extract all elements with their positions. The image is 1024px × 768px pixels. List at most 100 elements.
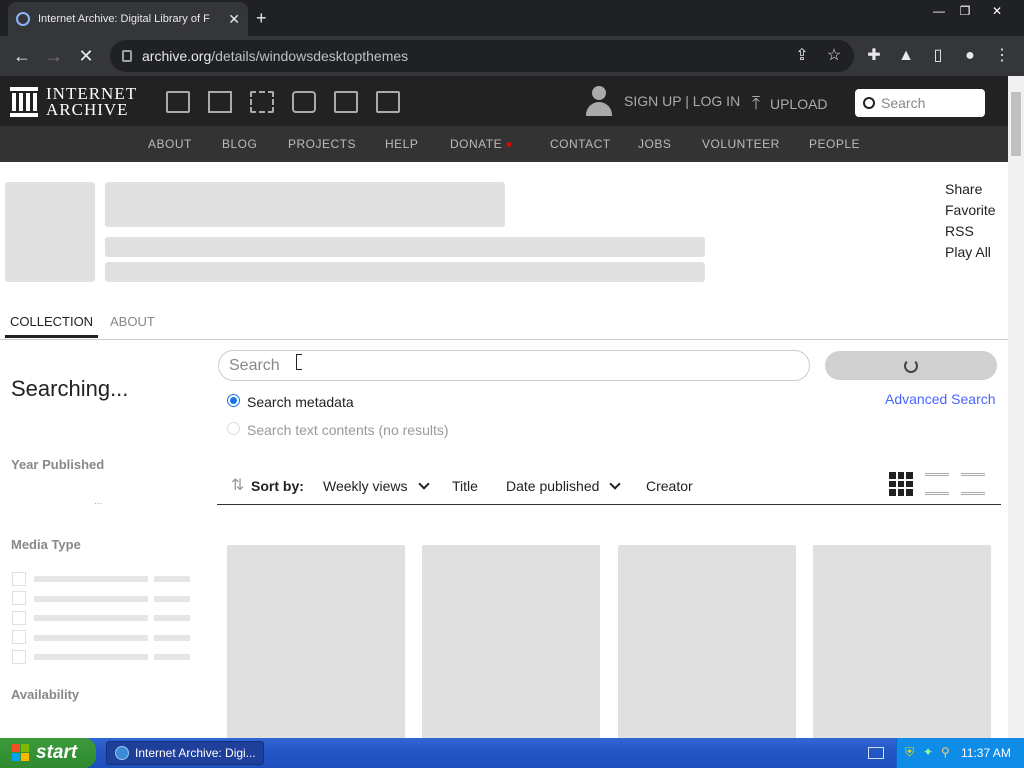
- url-text: archive.org/details/windowsdesktopthemes: [142, 48, 409, 64]
- user-icon[interactable]: [586, 86, 612, 116]
- sort-direction-icon[interactable]: ⇅: [231, 475, 244, 495]
- sort-by-label: Sort by:: [251, 478, 304, 494]
- browser-tab-strip: Internet Archive: Digital Library of F ✕…: [0, 0, 1024, 36]
- labs-flask-icon[interactable]: ▲: [896, 46, 916, 66]
- system-tray: ⛨ ✦ ⚲ 11:37 AM: [896, 738, 1024, 768]
- page-scrollbar[interactable]: [1008, 76, 1024, 738]
- year-histogram-placeholder: ...: [94, 496, 103, 507]
- tab-about[interactable]: ABOUT: [110, 314, 155, 335]
- text-cursor-icon: [296, 354, 302, 370]
- images-icon[interactable]: [376, 91, 400, 113]
- close-window-icon[interactable]: ✕: [986, 2, 1008, 20]
- browser-tab[interactable]: Internet Archive: Digital Library of F ✕: [8, 2, 248, 36]
- taskbar-window-button[interactable]: Internet Archive: Digi...: [106, 741, 264, 765]
- scrollbar-thumb[interactable]: [1011, 92, 1021, 156]
- search-metadata-label: Search metadata: [247, 394, 354, 410]
- results-count-status: Searching...: [11, 376, 129, 401]
- upload-icon: ⤒: [752, 93, 760, 113]
- collection-meta-placeholder: [105, 262, 705, 282]
- bookmark-star-icon[interactable]: ☆: [824, 46, 844, 66]
- ia-nav-bar: ABOUT BLOG PROJECTS HELP DONATE ♥ CONTAC…: [0, 126, 1008, 162]
- logo-line-2: ARCHIVE: [46, 100, 129, 119]
- list-detail-view-icon[interactable]: [925, 473, 949, 495]
- ia-search-input[interactable]: Search: [855, 89, 985, 117]
- share-link[interactable]: Share: [945, 181, 982, 197]
- loading-spinner-icon: [904, 358, 918, 373]
- extensions-icon[interactable]: ✚: [864, 46, 884, 66]
- back-icon[interactable]: ←: [10, 44, 34, 68]
- archive-building-icon: [10, 87, 38, 117]
- rss-link[interactable]: RSS: [945, 223, 974, 239]
- collection-search-button[interactable]: [825, 351, 997, 380]
- texts-book-icon[interactable]: [208, 91, 232, 113]
- search-tray-icon[interactable]: ⚲: [941, 745, 950, 759]
- address-bar[interactable]: archive.org/details/windowsdesktopthemes: [110, 40, 854, 72]
- search-metadata-radio[interactable]: [227, 394, 240, 407]
- list-compact-view-icon[interactable]: [961, 473, 985, 495]
- nav-donate[interactable]: DONATE ♥: [450, 137, 512, 151]
- collection-meta-placeholder: [105, 237, 705, 257]
- forward-icon[interactable]: →: [42, 44, 66, 68]
- close-tab-icon[interactable]: ✕: [228, 11, 240, 28]
- result-card-placeholder: [813, 545, 991, 745]
- software-floppy-icon[interactable]: [334, 91, 358, 113]
- stop-loading-icon[interactable]: ✕: [74, 44, 98, 68]
- collection-search-input[interactable]: Search: [218, 350, 810, 381]
- minimize-icon[interactable]: —: [928, 2, 950, 20]
- nav-people[interactable]: PEOPLE: [809, 137, 860, 151]
- tab-title: Internet Archive: Digital Library of F: [38, 13, 210, 25]
- facet-year-published: Year Published: [11, 457, 105, 472]
- sort-title[interactable]: Title: [452, 478, 478, 494]
- side-panel-icon[interactable]: ▯: [928, 46, 948, 66]
- sort-bar: ⇅ Sort by: Weekly views Title Date publi…: [217, 455, 1001, 505]
- clock: 11:37 AM: [961, 746, 1011, 760]
- sort-date-published[interactable]: Date published: [506, 478, 622, 494]
- search-text-radio[interactable]: [227, 422, 240, 435]
- chrome-icon: [115, 746, 129, 760]
- sort-weekly-views[interactable]: Weekly views: [323, 478, 430, 494]
- web-icon[interactable]: [166, 91, 190, 113]
- chevron-down-icon: [609, 478, 622, 490]
- share-page-icon[interactable]: ⇪: [792, 46, 812, 66]
- heart-icon: ♥: [505, 140, 513, 151]
- advanced-search-link[interactable]: Advanced Search: [885, 391, 996, 407]
- network-icon[interactable]: ✦: [923, 745, 933, 759]
- favorite-link[interactable]: Favorite: [945, 202, 996, 218]
- signup-login-link[interactable]: SIGN UP | LOG IN: [624, 93, 740, 109]
- result-card-placeholder: [618, 545, 796, 745]
- nav-help[interactable]: HELP: [385, 137, 418, 151]
- site-favicon-icon: [16, 12, 30, 26]
- security-shield-icon[interactable]: ⛨: [905, 745, 914, 760]
- keyboard-icon[interactable]: [868, 747, 884, 759]
- nav-blog[interactable]: BLOG: [222, 137, 257, 151]
- audio-speaker-icon[interactable]: [292, 91, 316, 113]
- new-tab-icon[interactable]: +: [256, 8, 267, 29]
- collection-thumbnail-placeholder: [5, 182, 95, 282]
- nav-projects[interactable]: PROJECTS: [288, 137, 356, 151]
- grid-view-icon[interactable]: [889, 472, 913, 496]
- collection-tabs: COLLECTION ABOUT: [0, 314, 1008, 340]
- restore-icon[interactable]: ❐: [954, 2, 976, 20]
- chevron-down-icon: [417, 478, 430, 490]
- start-button[interactable]: start: [0, 738, 96, 768]
- sort-creator[interactable]: Creator: [646, 478, 693, 494]
- nav-about[interactable]: ABOUT: [148, 137, 192, 151]
- lock-icon: [122, 50, 132, 62]
- search-text-label: Search text contents (no results): [247, 422, 449, 438]
- ia-top-bar: INTERNET ARCHIVE SIGN UP | LOG IN ⤒ UPLOAD…: [0, 76, 1008, 126]
- collection-title-placeholder: [105, 182, 505, 227]
- nav-contact[interactable]: CONTACT: [550, 137, 611, 151]
- menu-kebab-icon[interactable]: ⋮: [992, 46, 1012, 66]
- play-all-link[interactable]: Play All: [945, 244, 991, 260]
- profile-icon[interactable]: ●: [960, 46, 980, 66]
- upload-button[interactable]: ⤒ UPLOAD: [752, 93, 828, 114]
- video-film-icon[interactable]: [250, 91, 274, 113]
- nav-jobs[interactable]: JOBS: [638, 137, 671, 151]
- tab-collection[interactable]: COLLECTION: [5, 314, 99, 338]
- search-icon: [863, 97, 875, 109]
- ia-logo[interactable]: INTERNET ARCHIVE: [10, 85, 137, 119]
- facet-availability: Availability: [11, 687, 80, 702]
- nav-volunteer[interactable]: VOLUNTEER: [702, 137, 780, 151]
- browser-toolbar: ← → ✕ archive.org/details/windowsdesktop…: [0, 36, 1024, 76]
- facet-media-type: Media Type: [11, 537, 81, 552]
